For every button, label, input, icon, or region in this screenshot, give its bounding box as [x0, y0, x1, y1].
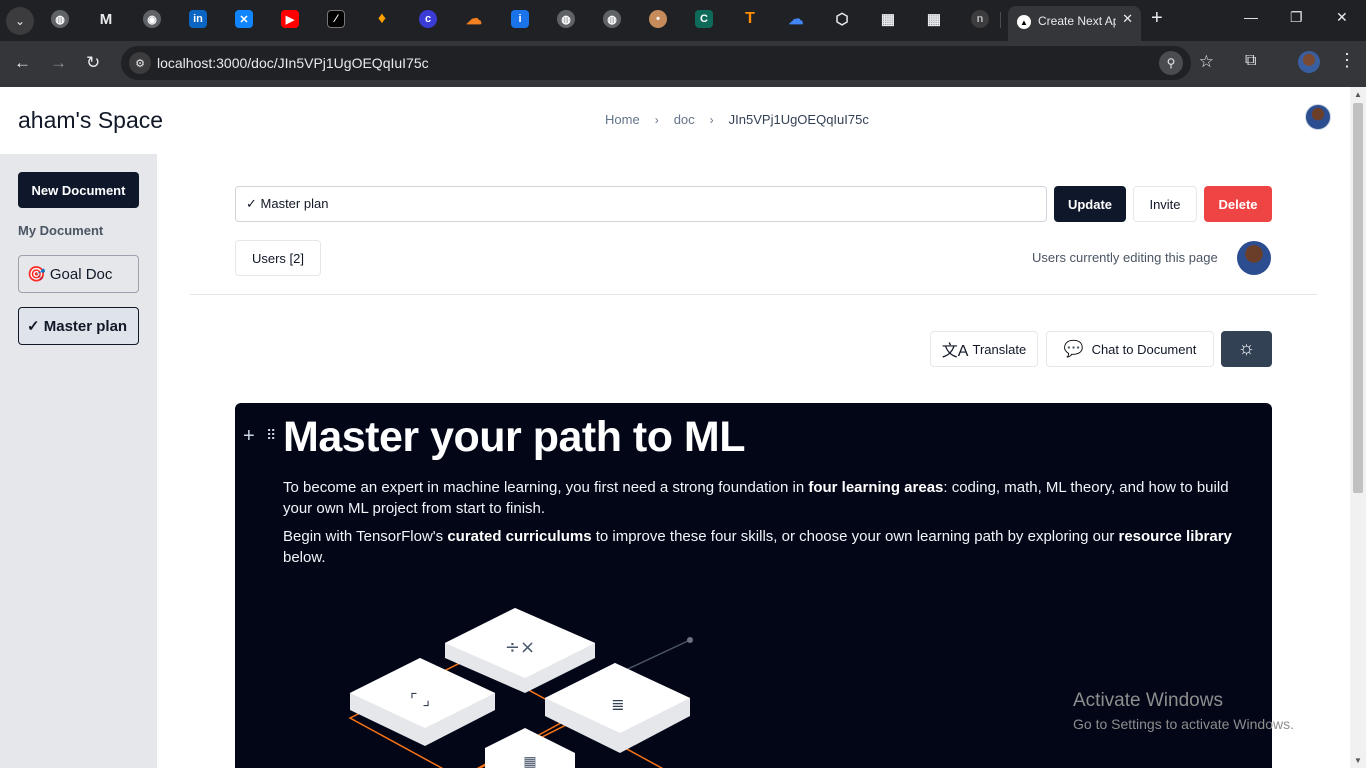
breadcrumb-doc[interactable]: doc — [674, 112, 695, 127]
editor-paragraph-1[interactable]: To become an expert in machine learning,… — [283, 477, 1243, 519]
puzzle-illustration: ÷× ⌜ ⌟ ≣ ▦ — [348, 608, 693, 768]
breadcrumb-current: JIn5VPj1UgOEQqIuI75c — [728, 112, 869, 127]
linkedin-tab-icon[interactable]: in — [189, 10, 207, 28]
close-tab-icon[interactable]: ✕ — [1122, 11, 1133, 27]
bluesky-tab-icon[interactable]: ✕ — [235, 10, 253, 28]
box-tab-icon[interactable]: ⬡ — [833, 10, 851, 28]
chat-tab-icon[interactable]: ◉ — [143, 10, 161, 28]
reload-icon[interactable]: ↻ — [86, 53, 100, 73]
editor-heading[interactable]: Master your path to ML — [283, 413, 746, 462]
svg-text:÷×: ÷× — [505, 637, 535, 658]
notion-tab-icon[interactable]: ⁄ — [327, 10, 345, 28]
grid-tab-icon[interactable]: ▦ — [925, 10, 943, 28]
sidebar-item-master-plan[interactable]: ✓ Master plan — [18, 307, 139, 345]
scroll-thumb[interactable] — [1353, 103, 1363, 493]
translate-button[interactable]: 文A Translate — [930, 331, 1038, 367]
chevron-right-icon: › — [654, 112, 659, 127]
editor-paragraph-2[interactable]: Begin with TensorFlow's curated curricul… — [283, 526, 1243, 568]
editing-user-avatar — [1237, 241, 1271, 275]
restore-icon[interactable]: ❐ — [1290, 9, 1303, 26]
tab-search-icon[interactable]: ⌄ — [6, 7, 34, 35]
site-info-icon[interactable]: ⚙ — [129, 52, 151, 74]
globe-tab-icon[interactable]: ◍ — [603, 10, 621, 28]
grid-tab-icon[interactable]: ▦ — [879, 10, 897, 28]
back-icon[interactable]: ← — [14, 53, 31, 73]
divider — [190, 294, 1317, 295]
window-close-icon[interactable]: ✕ — [1336, 9, 1348, 26]
chat-bubble-icon: 💬 — [1063, 341, 1084, 358]
profile-avatar[interactable] — [1298, 51, 1320, 73]
firebase-tab-icon[interactable]: ♦ — [373, 10, 391, 28]
app-header: aham's Space Home › doc › JIn5VPj1UgOEQq… — [0, 87, 1350, 154]
svg-text:≣: ≣ — [611, 695, 624, 714]
tensorflow-tab-icon[interactable]: T — [741, 10, 759, 28]
translate-icon: 文A — [941, 343, 969, 360]
scroll-up-icon[interactable]: ▲ — [1354, 90, 1362, 99]
sidebar: New Document My Document 🎯 Goal Doc ✓ Ma… — [0, 154, 157, 768]
sun-icon: ☼ — [1237, 338, 1256, 359]
new-document-button[interactable]: New Document — [18, 172, 139, 208]
youtube-tab-icon[interactable]: ▶ — [281, 10, 299, 28]
breadcrumb: Home › doc › JIn5VPj1UgOEQqIuI75c — [605, 112, 869, 127]
editing-users-text: Users currently editing this page — [1032, 250, 1218, 265]
active-tab-title: Create Next App — [1038, 14, 1116, 28]
globe-tab-icon[interactable]: ◍ — [51, 10, 69, 28]
c-app-tab-icon[interactable]: c — [419, 10, 437, 28]
n-app-tab-icon[interactable]: n — [971, 10, 989, 28]
extensions-icon[interactable]: ⧉ — [1245, 52, 1256, 70]
user-avatar[interactable] — [1305, 104, 1331, 130]
update-button[interactable]: Update — [1054, 186, 1126, 222]
chat-to-document-button[interactable]: 💬 Chat to Document — [1046, 331, 1214, 367]
delete-button[interactable]: Delete — [1204, 186, 1272, 222]
cookie-tab-icon[interactable]: • — [649, 10, 667, 28]
svg-text:⌜ ⌟: ⌜ ⌟ — [410, 690, 430, 709]
google-cloud-tab-icon[interactable]: ☁ — [787, 10, 805, 28]
sidebar-item-goal-doc[interactable]: 🎯 Goal Doc — [18, 255, 139, 293]
bookmark-star-icon[interactable]: ☆ — [1199, 52, 1214, 72]
tab-separator — [1000, 12, 1001, 28]
chat-label: Chat to Document — [1091, 341, 1197, 357]
scroll-down-icon[interactable]: ▼ — [1354, 756, 1362, 765]
activate-windows-subtitle: Go to Settings to activate Windows. — [1073, 716, 1294, 732]
breadcrumb-home[interactable]: Home — [605, 112, 640, 127]
drag-handle-icon[interactable]: ⠿ — [266, 427, 276, 444]
space-title: aham's Space — [18, 107, 164, 133]
cloudflare-tab-icon[interactable]: ☁ — [465, 10, 483, 28]
globe-tab-icon[interactable]: ◍ — [557, 10, 575, 28]
users-button[interactable]: Users [2] — [235, 240, 321, 276]
gmail-tab-icon[interactable]: M — [97, 10, 115, 28]
info-tab-icon[interactable]: i — [511, 10, 529, 28]
translate-label: Translate — [972, 341, 1027, 357]
document-title-input[interactable] — [235, 186, 1047, 222]
invite-button[interactable]: Invite — [1133, 186, 1197, 222]
svg-text:▦: ▦ — [523, 754, 536, 768]
activate-windows-title: Activate Windows — [1073, 690, 1223, 711]
browser-tab-strip: ⌄ ◍ M ◉ in ✕ ▶ ⁄ ♦ c ☁ i ◍ ◍ • C T ☁ ⬡ ▦… — [0, 0, 1366, 41]
zoom-icon[interactable]: ⚲ — [1159, 51, 1183, 75]
document-panel: Update Invite Delete Users [2] Users cur… — [172, 168, 1335, 768]
url-text[interactable]: localhost:3000/doc/JIn5VPj1UgOEQqIuI75c — [157, 55, 429, 71]
nextjs-favicon-icon: ▲ — [1017, 15, 1031, 29]
minimize-icon[interactable]: — — [1244, 9, 1258, 25]
theme-toggle-button[interactable]: ☼ — [1221, 331, 1272, 367]
add-block-icon[interactable]: + — [243, 425, 255, 448]
omnibox[interactable]: ⚙ localhost:3000/doc/JIn5VPj1UgOEQqIuI75… — [121, 46, 1214, 80]
page-scrollbar[interactable]: ▲ ▼ — [1350, 87, 1366, 768]
windows-activation-watermark: Activate Windows Go to Settings to activ… — [1073, 690, 1294, 732]
address-bar: ← → ↻ ⚙ localhost:3000/doc/JIn5VPj1UgOEQ… — [0, 41, 1366, 87]
browser-menu-icon[interactable]: ⋮ — [1338, 50, 1356, 71]
active-tab[interactable]: ▲ Create Next App ✕ — [1008, 6, 1141, 41]
my-document-label: My Document — [18, 223, 104, 238]
chevron-right-icon: › — [709, 112, 714, 127]
forward-icon[interactable]: → — [50, 53, 67, 73]
new-tab-button[interactable]: + — [1151, 7, 1163, 30]
c-green-tab-icon[interactable]: C — [695, 10, 713, 28]
